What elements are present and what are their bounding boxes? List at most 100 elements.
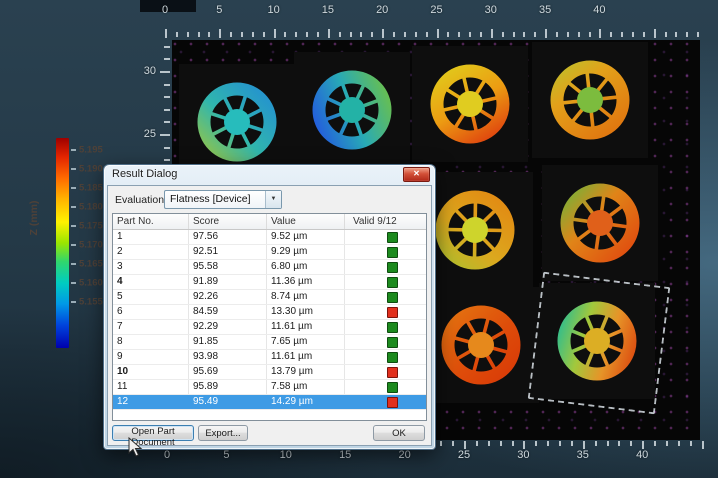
table-row[interactable]: 792.2911.61 µm [113,320,426,335]
value-cell: 13.79 µm [267,365,345,379]
top-axis-label: 35 [539,4,551,16]
bottom-axis-tick [666,441,668,446]
part-no-cell: 2 [113,245,189,259]
valid-indicator [387,322,398,333]
bottom-axis-tick [571,441,573,446]
ok-button[interactable]: OK [373,425,425,441]
evaluation-label: Evaluation: [115,194,167,206]
bottom-axis-tick [595,441,597,446]
invalid-indicator [387,307,398,318]
score-cell: 95.69 [189,365,267,379]
value-cell: 11.36 µm [267,275,345,289]
bottom-axis-tick [642,441,644,449]
left-axis-tick [164,96,170,98]
bottom-axis-label: 10 [280,449,292,461]
top-axis-tick [447,32,449,37]
part-wheel-7[interactable] [436,300,526,390]
top-axis-label: 15 [322,4,334,16]
top-axis-tick [295,32,297,37]
top-axis-label: 10 [267,4,279,16]
value-cell: 13.30 µm [267,305,345,319]
part-wheel-5[interactable] [430,185,520,275]
export-button[interactable]: Export... [198,425,248,441]
evaluation-dropdown[interactable]: Flatness [Device] ▼ [164,190,282,209]
valid-indicator [387,232,398,243]
score-cell: 84.59 [189,305,267,319]
results-table: Part No.ScoreValueValid 9/12 197.569.52 … [112,213,427,421]
valid-indicator [387,382,398,393]
left-axis-tick [160,134,170,136]
top-axis-tick [382,29,384,38]
bottom-axis-tick [678,441,680,446]
top-axis-tick [404,32,406,37]
top-axis-tick [632,32,634,37]
table-row[interactable]: 395.586.80 µm [113,260,426,275]
part-no-cell: 7 [113,320,189,334]
table-row[interactable]: 592.268.74 µm [113,290,426,305]
part-wheel-1[interactable] [192,77,282,167]
valid-indicator [387,262,398,273]
table-row[interactable]: 684.5913.30 µm [113,305,426,320]
top-axis-tick [371,32,373,37]
top-axis-tick [241,32,243,37]
colorbar-tick [71,187,76,189]
table-row[interactable]: 891.857.65 µm [113,335,426,350]
part-wheel-2[interactable] [307,65,397,155]
chevron-down-icon: ▼ [265,191,281,208]
top-axis-tick [350,32,352,37]
bottom-axis-label: 15 [339,449,351,461]
table-row[interactable]: 491.8911.36 µm [113,275,426,290]
bottom-axis-tick [547,441,549,446]
colorbar-tick [71,263,76,265]
top-axis-label: 5 [216,4,222,16]
close-button[interactable]: ✕ [403,167,430,182]
table-row[interactable]: 1295.4914.29 µm [113,395,426,410]
bottom-axis-tick [559,441,561,446]
top-axis-tick [610,32,612,37]
colorbar-tick-label: 5.195 [79,145,103,156]
table-row[interactable]: 1195.897.58 µm [113,380,426,395]
part-no-cell: 6 [113,305,189,319]
top-axis-tick [469,32,471,37]
top-axis-tick [513,32,515,37]
top-axis-tick [675,32,677,37]
value-cell: 7.65 µm [267,335,345,349]
valid-indicator [387,292,398,303]
top-axis-label: 40 [593,4,605,16]
top-axis-tick [317,32,319,37]
top-axis-tick [437,29,439,38]
colorbar-tick [71,225,76,227]
table-row[interactable]: 1095.6913.79 µm [113,365,426,380]
part-wheel-4[interactable] [545,55,635,145]
value-cell: 9.29 µm [267,245,345,259]
top-axis-tick [230,32,232,37]
bottom-axis-tick [583,441,585,449]
part-no-cell: 10 [113,365,189,379]
value-cell: 7.58 µm [267,380,345,394]
part-wheel-8[interactable] [552,296,642,386]
bottom-axis-tick [523,441,525,449]
bottom-axis-tick [464,441,466,449]
colorbar-tick-label: 5.190 [79,164,103,175]
bottom-axis-label: 0 [164,449,170,461]
top-axis-label: 30 [485,4,497,16]
part-wheel-6[interactable] [555,178,645,268]
table-row[interactable]: 292.519.29 µm [113,245,426,260]
score-cell: 92.51 [189,245,267,259]
invalid-indicator [387,397,398,408]
metrology-app-screen: 0510152025303540 0510152025303540 3025 Z… [0,0,718,478]
top-axis-label: 25 [430,4,442,16]
part-wheel-3[interactable] [425,59,515,149]
left-axis-label: 25 [138,128,156,140]
top-axis-tick [328,29,330,38]
table-row[interactable]: 993.9811.61 µm [113,350,426,365]
open-part-document-button[interactable]: Open Part Document [112,425,194,441]
bottom-axis-label: 40 [636,449,648,461]
dialog-titlebar[interactable]: Result Dialog ✕ [104,165,435,185]
bottom-axis-tick [618,441,620,446]
top-axis-tick [306,32,308,37]
left-axis-tick [164,109,170,111]
column-header: Value [267,214,345,229]
table-row[interactable]: 197.569.52 µm [113,230,426,245]
top-axis-tick [480,32,482,37]
